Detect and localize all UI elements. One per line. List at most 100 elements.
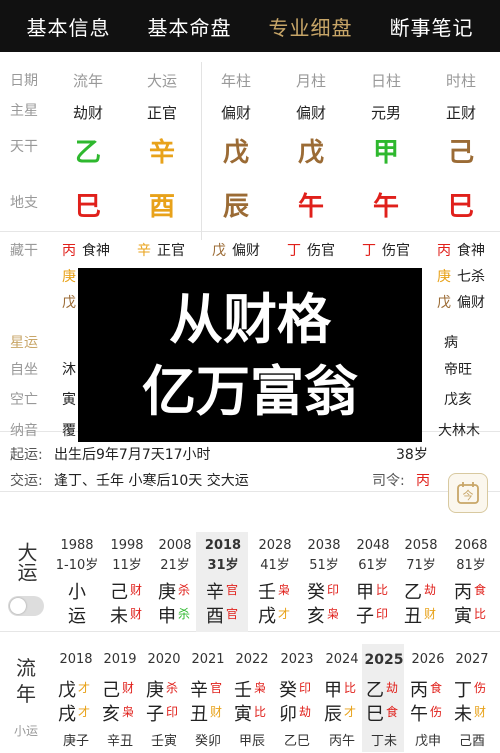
- dayun-ten-god: 印: [327, 583, 340, 597]
- calendar-today-button[interactable]: 今: [448, 473, 488, 513]
- liunian-gan[interactable]: 己: [102, 676, 120, 702]
- liunian-gan[interactable]: 丁: [454, 676, 472, 702]
- calendar-icon-text: 今: [463, 488, 474, 502]
- qiyun-label: 起运:: [10, 447, 43, 463]
- liunian-gan[interactable]: 戊: [58, 676, 76, 702]
- dayun-gan[interactable]: 甲: [356, 578, 374, 604]
- ten-god: 劫财: [72, 104, 103, 122]
- hidden-stem: 庚: [62, 269, 76, 285]
- heaven-stem: 戊: [222, 138, 249, 168]
- liunian-zhi[interactable]: 寅: [234, 700, 252, 726]
- dayun-zhi[interactable]: 酉: [206, 602, 224, 628]
- dayun-zhi[interactable]: 戌: [258, 602, 276, 628]
- liunian-gan[interactable]: 壬: [234, 676, 252, 702]
- dayun-gan[interactable]: 辛: [206, 578, 224, 604]
- liunian-year[interactable]: 2018: [56, 652, 96, 667]
- liunian-year[interactable]: 2024: [322, 652, 362, 667]
- pillar-header: 日柱: [370, 72, 401, 90]
- liunian-year[interactable]: 2026: [408, 652, 448, 667]
- liunian-year[interactable]: 2023: [277, 652, 317, 667]
- dayun-year: 1998: [110, 538, 144, 553]
- liunian-ten-god: 杀: [166, 681, 179, 695]
- liunian-zhi[interactable]: 辰: [324, 700, 342, 726]
- tab-pro-chart[interactable]: 专业细盘: [269, 12, 353, 41]
- earth-branch: 午: [297, 192, 324, 222]
- liunian-zhi[interactable]: 戌: [58, 700, 76, 726]
- tab-basic-info[interactable]: 基本信息: [27, 12, 111, 41]
- dayun-ten-god: 印: [376, 607, 389, 621]
- dayun-gan[interactable]: 小: [68, 578, 86, 604]
- xiaoyun-value: 辛丑: [106, 734, 133, 749]
- dayun-zhi[interactable]: 申: [158, 602, 176, 628]
- dayun-age: 31岁: [207, 558, 239, 573]
- dayun-zhi[interactable]: 寅: [454, 602, 472, 628]
- dayun-gan[interactable]: 丙: [454, 578, 472, 604]
- liunian-zhi[interactable]: 午: [410, 700, 428, 726]
- liunian-zhi[interactable]: 巳: [366, 700, 384, 726]
- title-overlay: 从财格 亿万富翁: [78, 268, 422, 442]
- xiaoyun-value: 丙午: [328, 734, 355, 749]
- right-col-text: 病: [444, 335, 458, 351]
- liunian-zhi[interactable]: 子: [146, 700, 164, 726]
- xiaoyun-value: 戊申: [414, 734, 441, 749]
- dayun-year: 2038: [307, 538, 341, 553]
- ten-god: 偏财: [295, 104, 326, 122]
- ten-god: 正官: [146, 104, 177, 122]
- liunian-zhi[interactable]: 亥: [102, 700, 120, 726]
- liunian-ten-god: 印: [299, 681, 312, 695]
- earth-branch: 午: [372, 192, 399, 222]
- liunian-gan[interactable]: 乙: [366, 676, 384, 702]
- dayun-zhi[interactable]: 丑: [404, 602, 422, 628]
- liunian-ten-god: 官: [210, 681, 223, 695]
- liunian-year[interactable]: 2021: [188, 652, 228, 667]
- toggle-knob: [10, 598, 26, 614]
- dayun-gan[interactable]: 己: [110, 578, 128, 604]
- liunian-year[interactable]: 2025: [364, 652, 404, 668]
- liunian-year[interactable]: 2020: [144, 652, 184, 667]
- pillar-header: 月柱: [295, 72, 326, 90]
- liunian-gan[interactable]: 庚: [146, 676, 164, 702]
- pillar-header: 大运: [146, 72, 177, 90]
- dayun-zhi[interactable]: 未: [110, 602, 128, 628]
- tab-basic-chart[interactable]: 基本命盘: [148, 12, 232, 41]
- chart-divider: [201, 62, 202, 240]
- liunian-year[interactable]: 2019: [100, 652, 140, 667]
- dayun-zhi[interactable]: 子: [356, 602, 374, 628]
- dayun-age: 61岁: [358, 558, 388, 573]
- liunian-gan[interactable]: 辛: [190, 676, 208, 702]
- liunian-zhi[interactable]: 丑: [190, 700, 208, 726]
- dayun-ten-god: 杀: [178, 583, 191, 597]
- void-label: 空亡: [10, 392, 38, 408]
- liunian-ten-god: 食: [386, 705, 399, 719]
- ten-god: 元男: [370, 104, 401, 122]
- dayun-gan[interactable]: 壬: [258, 578, 276, 604]
- right-col-text: 帝旺: [444, 362, 472, 378]
- liunian-ten-god: 比: [344, 681, 357, 695]
- liunian-ten-god: 财: [122, 681, 135, 695]
- earth-branch: 辰: [222, 192, 249, 222]
- dayun-gan[interactable]: 庚: [158, 578, 176, 604]
- liunian-zhi[interactable]: 未: [454, 700, 472, 726]
- dayun-age: 21岁: [160, 558, 190, 573]
- liunian-year[interactable]: 2027: [452, 652, 492, 667]
- top-nav: 基本信息 基本命盘 专业细盘 断事笔记: [0, 0, 500, 52]
- dayun-gan[interactable]: 癸: [307, 578, 325, 604]
- dayun-ten-god: 财: [424, 607, 437, 621]
- liunian-gan[interactable]: 癸: [279, 676, 297, 702]
- liunian-year[interactable]: 2022: [232, 652, 272, 667]
- jiaoyun-label: 交运:: [10, 473, 43, 489]
- tab-notes[interactable]: 断事笔记: [390, 12, 474, 41]
- hidden-stem: 戊: [212, 243, 226, 259]
- dayun-year: 2058: [404, 538, 438, 553]
- dayun-gan[interactable]: 乙: [404, 578, 422, 604]
- dayun-age: 41岁: [260, 558, 290, 573]
- liunian-zhi[interactable]: 卯: [279, 700, 297, 726]
- dayun-zhi[interactable]: 运: [68, 602, 86, 628]
- dayun-zhi[interactable]: 亥: [307, 602, 325, 628]
- liunian-gan[interactable]: 甲: [324, 676, 342, 702]
- main-star-label: 主星: [10, 103, 38, 119]
- xiaoyun-value: 丁未: [370, 734, 397, 749]
- earth-branch: 巳: [447, 192, 474, 222]
- liunian-gan[interactable]: 丙: [410, 676, 428, 702]
- dayun-toggle[interactable]: [8, 596, 44, 616]
